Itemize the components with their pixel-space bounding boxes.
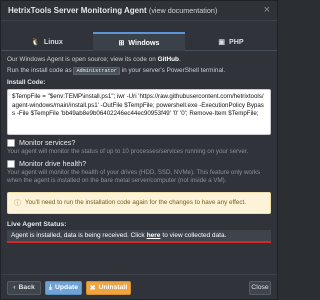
chevron-left-icon: ‹ <box>13 284 16 291</box>
agent-dialog: HetrixTools Server Monitoring Agent (vie… <box>0 0 278 300</box>
live-agent-status: Agent is installed, data is being receiv… <box>7 229 271 243</box>
dialog-titlebar: HetrixTools Server Monitoring Agent (vie… <box>1 1 277 21</box>
monitor-drive-health-hint: Your agent will monitor the health of yo… <box>7 169 261 185</box>
administrator-code: Administrator <box>73 66 120 75</box>
dialog-title-text: HetrixTools Server Monitoring Agent <box>8 6 147 15</box>
tab-windows-label: Windows <box>128 38 160 47</box>
intro-text: Our Windows Agent is open source; view i… <box>7 56 156 63</box>
monitor-services-checkbox[interactable] <box>7 138 15 147</box>
tab-windows[interactable]: ⊞ Windows <box>93 32 185 51</box>
back-button[interactable]: ‹ Back <box>7 280 41 295</box>
run-suffix: in your server's PowerShell terminal. <box>121 66 226 74</box>
uninstall-icon: ✖ <box>89 284 96 292</box>
monitor-services-label: Monitor services? <box>19 138 76 147</box>
monitor-drive-health-label: Monitor drive health? <box>19 159 87 169</box>
close-button[interactable]: Close <box>249 280 271 295</box>
update-icon: ⤓ <box>48 283 52 291</box>
info-icon: ⓘ <box>14 199 21 207</box>
intro-period: . <box>178 56 181 63</box>
monitor-services-hint: Your agent will monitor the status of up… <box>7 148 249 155</box>
update-label: Update <box>54 284 79 291</box>
tab-linux[interactable]: 🐧 Linux <box>1 32 93 51</box>
status-text-prefix: Agent is installed, data is being receiv… <box>11 231 145 239</box>
update-button[interactable]: ⤓ Update <box>45 280 82 295</box>
php-icon: ▣ <box>218 38 226 46</box>
tab-linux-label: Linux <box>43 37 63 46</box>
back-label: Back <box>18 284 35 291</box>
linux-icon: 🐧 <box>31 38 40 46</box>
dialog-footer: ‹ Back ⤓ Update ✖ Uninstall Close <box>1 274 277 300</box>
close-label: Close <box>251 284 269 291</box>
dialog-title: HetrixTools Server Monitoring Agent (vie… <box>8 6 217 15</box>
tab-php-label: PHP <box>229 37 244 46</box>
windows-icon: ⊞ <box>118 39 125 47</box>
windows-tab-content: Our Windows Agent is open source; view i… <box>1 51 277 243</box>
run-prefix: Run the install code as <box>7 66 72 74</box>
status-text-suffix: to view collected data. <box>162 231 227 239</box>
open-source-text: Our Windows Agent is open source; view i… <box>7 55 271 66</box>
live-agent-status-label: Live Agent Status: <box>7 220 67 228</box>
platform-tabs: 🐧 Linux ⊞ Windows ▣ PHP <box>1 32 277 51</box>
github-link[interactable]: GitHub <box>158 56 179 63</box>
monitor-drive-health-checkbox[interactable] <box>7 159 15 168</box>
uninstall-label: Uninstall <box>98 284 128 291</box>
install-code-label: Install Code: <box>7 79 46 86</box>
rerun-warning-text: You'll need to run the installation code… <box>25 199 247 207</box>
run-instructions-text: Run the install code as Administrator in… <box>7 66 271 77</box>
tab-php[interactable]: ▣ PHP <box>185 32 277 51</box>
view-data-link[interactable]: here <box>147 232 161 239</box>
monitor-services-option[interactable]: Monitor services? <box>7 138 271 147</box>
close-icon[interactable]: × <box>264 5 270 16</box>
uninstall-button[interactable]: ✖ Uninstall <box>86 280 131 295</box>
rerun-warning: ⓘ You'll need to run the installation co… <box>7 191 271 214</box>
install-code-box[interactable]: $TempFile = "$env:TEMP\install.ps1"; iwr… <box>7 89 271 135</box>
documentation-link[interactable]: (view documentation) <box>149 6 217 15</box>
monitor-drive-health-option[interactable]: Monitor drive health? <box>7 159 271 168</box>
